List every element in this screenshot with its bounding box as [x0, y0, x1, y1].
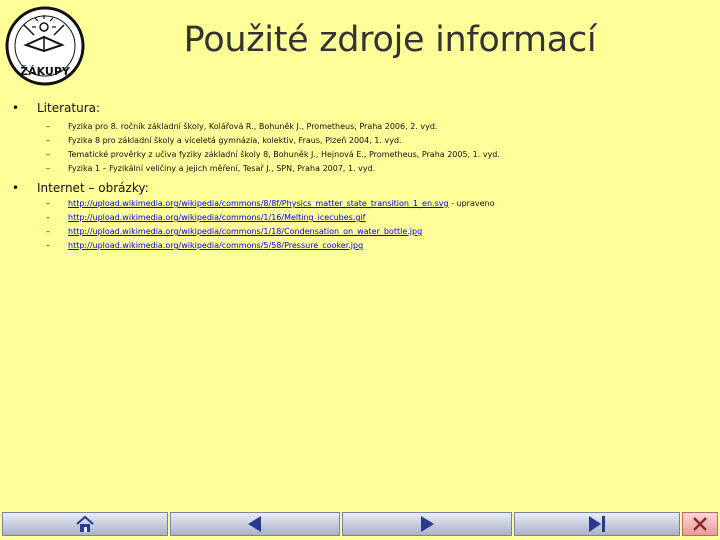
page-title: Použité zdroje informací — [183, 20, 597, 60]
bullet-icon: • — [12, 181, 20, 195]
source-text: Fyzika 1 – Fyzikální veličiny a jejich m… — [68, 164, 376, 173]
image-source-link[interactable]: http://upload.wikimedia.org/wikipedia/co… — [68, 213, 365, 222]
previous-slide-button[interactable] — [170, 512, 340, 536]
logo-text: ŽÁKUPY — [20, 65, 71, 78]
dash-icon: – — [46, 164, 50, 173]
dash-icon: – — [46, 150, 50, 159]
home-icon — [76, 515, 94, 532]
school-logo-icon: ŽÁKUPY — [5, 6, 85, 86]
dash-icon: – — [46, 199, 50, 208]
dash-icon: – — [46, 122, 50, 131]
dash-icon: – — [46, 213, 50, 222]
close-icon — [693, 517, 707, 531]
triangle-right-icon — [421, 516, 434, 532]
close-button[interactable] — [682, 512, 718, 536]
source-text: Fyzika pro 8. ročník základní školy, Kol… — [68, 122, 438, 131]
navigation-bar — [0, 510, 720, 540]
last-slide-button[interactable] — [514, 512, 680, 536]
section-heading: Literatura: — [37, 101, 101, 115]
next-slide-button[interactable] — [342, 512, 512, 536]
dash-icon: – — [46, 227, 50, 236]
image-source-link[interactable]: http://upload.wikimedia.org/wikipedia/co… — [68, 241, 363, 250]
bullet-icon: • — [12, 101, 20, 115]
link-note: - upraveno — [448, 199, 495, 208]
image-source-link[interactable]: http://upload.wikimedia.org/wikipedia/co… — [68, 227, 422, 236]
source-text: Fyzika 8 pro základní školy a víceletá g… — [68, 136, 402, 145]
source-text: Tematické prověrky z učiva fyziky základ… — [68, 150, 500, 159]
section-heading: Internet – obrázky: — [37, 181, 149, 195]
home-button[interactable] — [2, 512, 168, 536]
dash-icon: – — [46, 241, 50, 250]
image-source-link[interactable]: http://upload.wikimedia.org/wikipedia/co… — [68, 199, 449, 208]
triangle-left-icon — [248, 516, 261, 532]
dash-icon: – — [46, 136, 50, 145]
skip-end-icon — [589, 516, 605, 532]
